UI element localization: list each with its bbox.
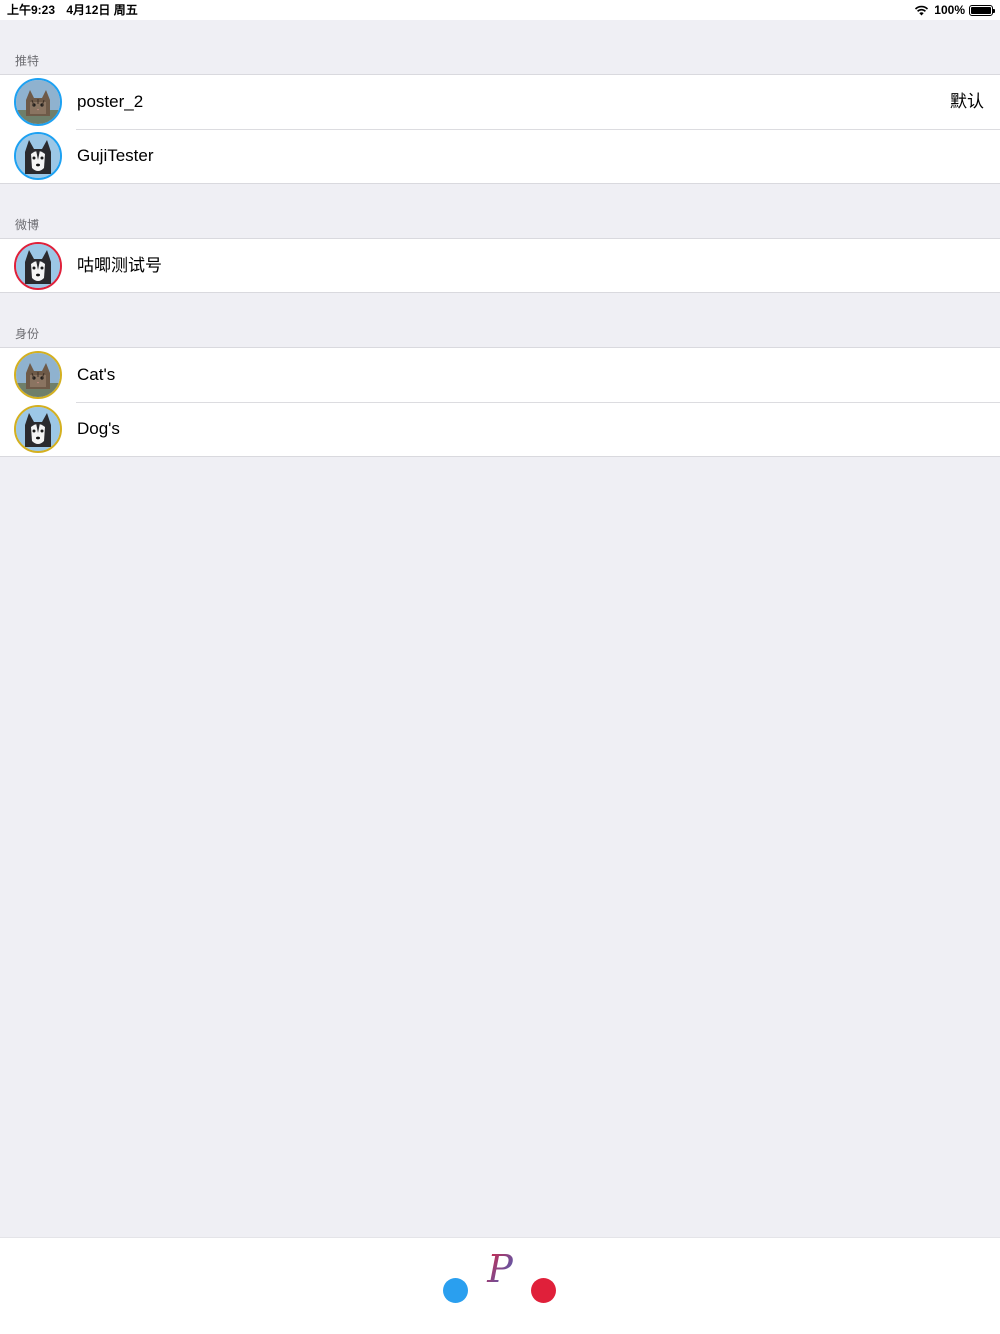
dog-avatar <box>14 405 62 453</box>
logo-letter: P <box>486 1248 514 1291</box>
account-row-dogs[interactable]: Dog's <box>0 402 1000 456</box>
page: 上午9:23 4月12日 周五 100% 推特 poster_2 默认 Guji… <box>0 0 1000 1334</box>
dog-avatar-image <box>16 407 60 451</box>
wifi-icon <box>915 5 929 16</box>
status-time: 上午9:23 <box>7 3 56 17</box>
section-header-twitter: 推特 <box>15 54 40 68</box>
account-row-poster-2[interactable]: poster_2 默认 <box>0 75 1000 129</box>
account-name: GujiTester <box>77 146 154 165</box>
account-name: 咕唧测试号 <box>77 256 162 275</box>
account-name: Dog's <box>77 419 120 438</box>
weibo-account-group: 咕唧测试号 <box>0 238 1000 293</box>
dog-avatar-image <box>16 134 60 178</box>
identity-account-group: Cat's Dog's <box>0 347 1000 457</box>
weibo-dot-button[interactable] <box>531 1278 556 1303</box>
battery-percentage: 100% <box>934 3 965 17</box>
cat-avatar <box>14 351 62 399</box>
status-left: 上午9:23 4月12日 周五 <box>7 0 146 20</box>
cat-avatar-image <box>16 353 60 397</box>
account-row-guji-test[interactable]: 咕唧测试号 <box>0 239 1000 293</box>
dog-avatar <box>14 132 62 180</box>
status-bar: 上午9:23 4月12日 周五 100% <box>0 0 1000 20</box>
twitter-dot-button[interactable] <box>443 1278 468 1303</box>
account-name: poster_2 <box>77 92 144 111</box>
cat-avatar <box>14 78 62 126</box>
status-date: 4月12日 周五 <box>66 3 138 17</box>
bottom-bar: P <box>0 1237 1000 1334</box>
twitter-account-group: poster_2 默认 GujiTester <box>0 74 1000 184</box>
dog-avatar-image <box>16 244 60 288</box>
battery-icon <box>969 4 995 16</box>
account-name: Cat's <box>77 365 116 384</box>
dog-avatar <box>14 242 62 290</box>
account-row-cats[interactable]: Cat's <box>0 348 1000 402</box>
account-row-gujitester[interactable]: GujiTester <box>0 129 1000 183</box>
status-right: 100% <box>914 0 995 20</box>
app-logo-icon[interactable]: P <box>482 1248 518 1294</box>
section-header-identity: 身份 <box>15 327 40 341</box>
section-header-weibo: 微博 <box>15 218 40 232</box>
default-label: 默认 <box>950 92 984 111</box>
cat-avatar-image <box>16 80 60 124</box>
